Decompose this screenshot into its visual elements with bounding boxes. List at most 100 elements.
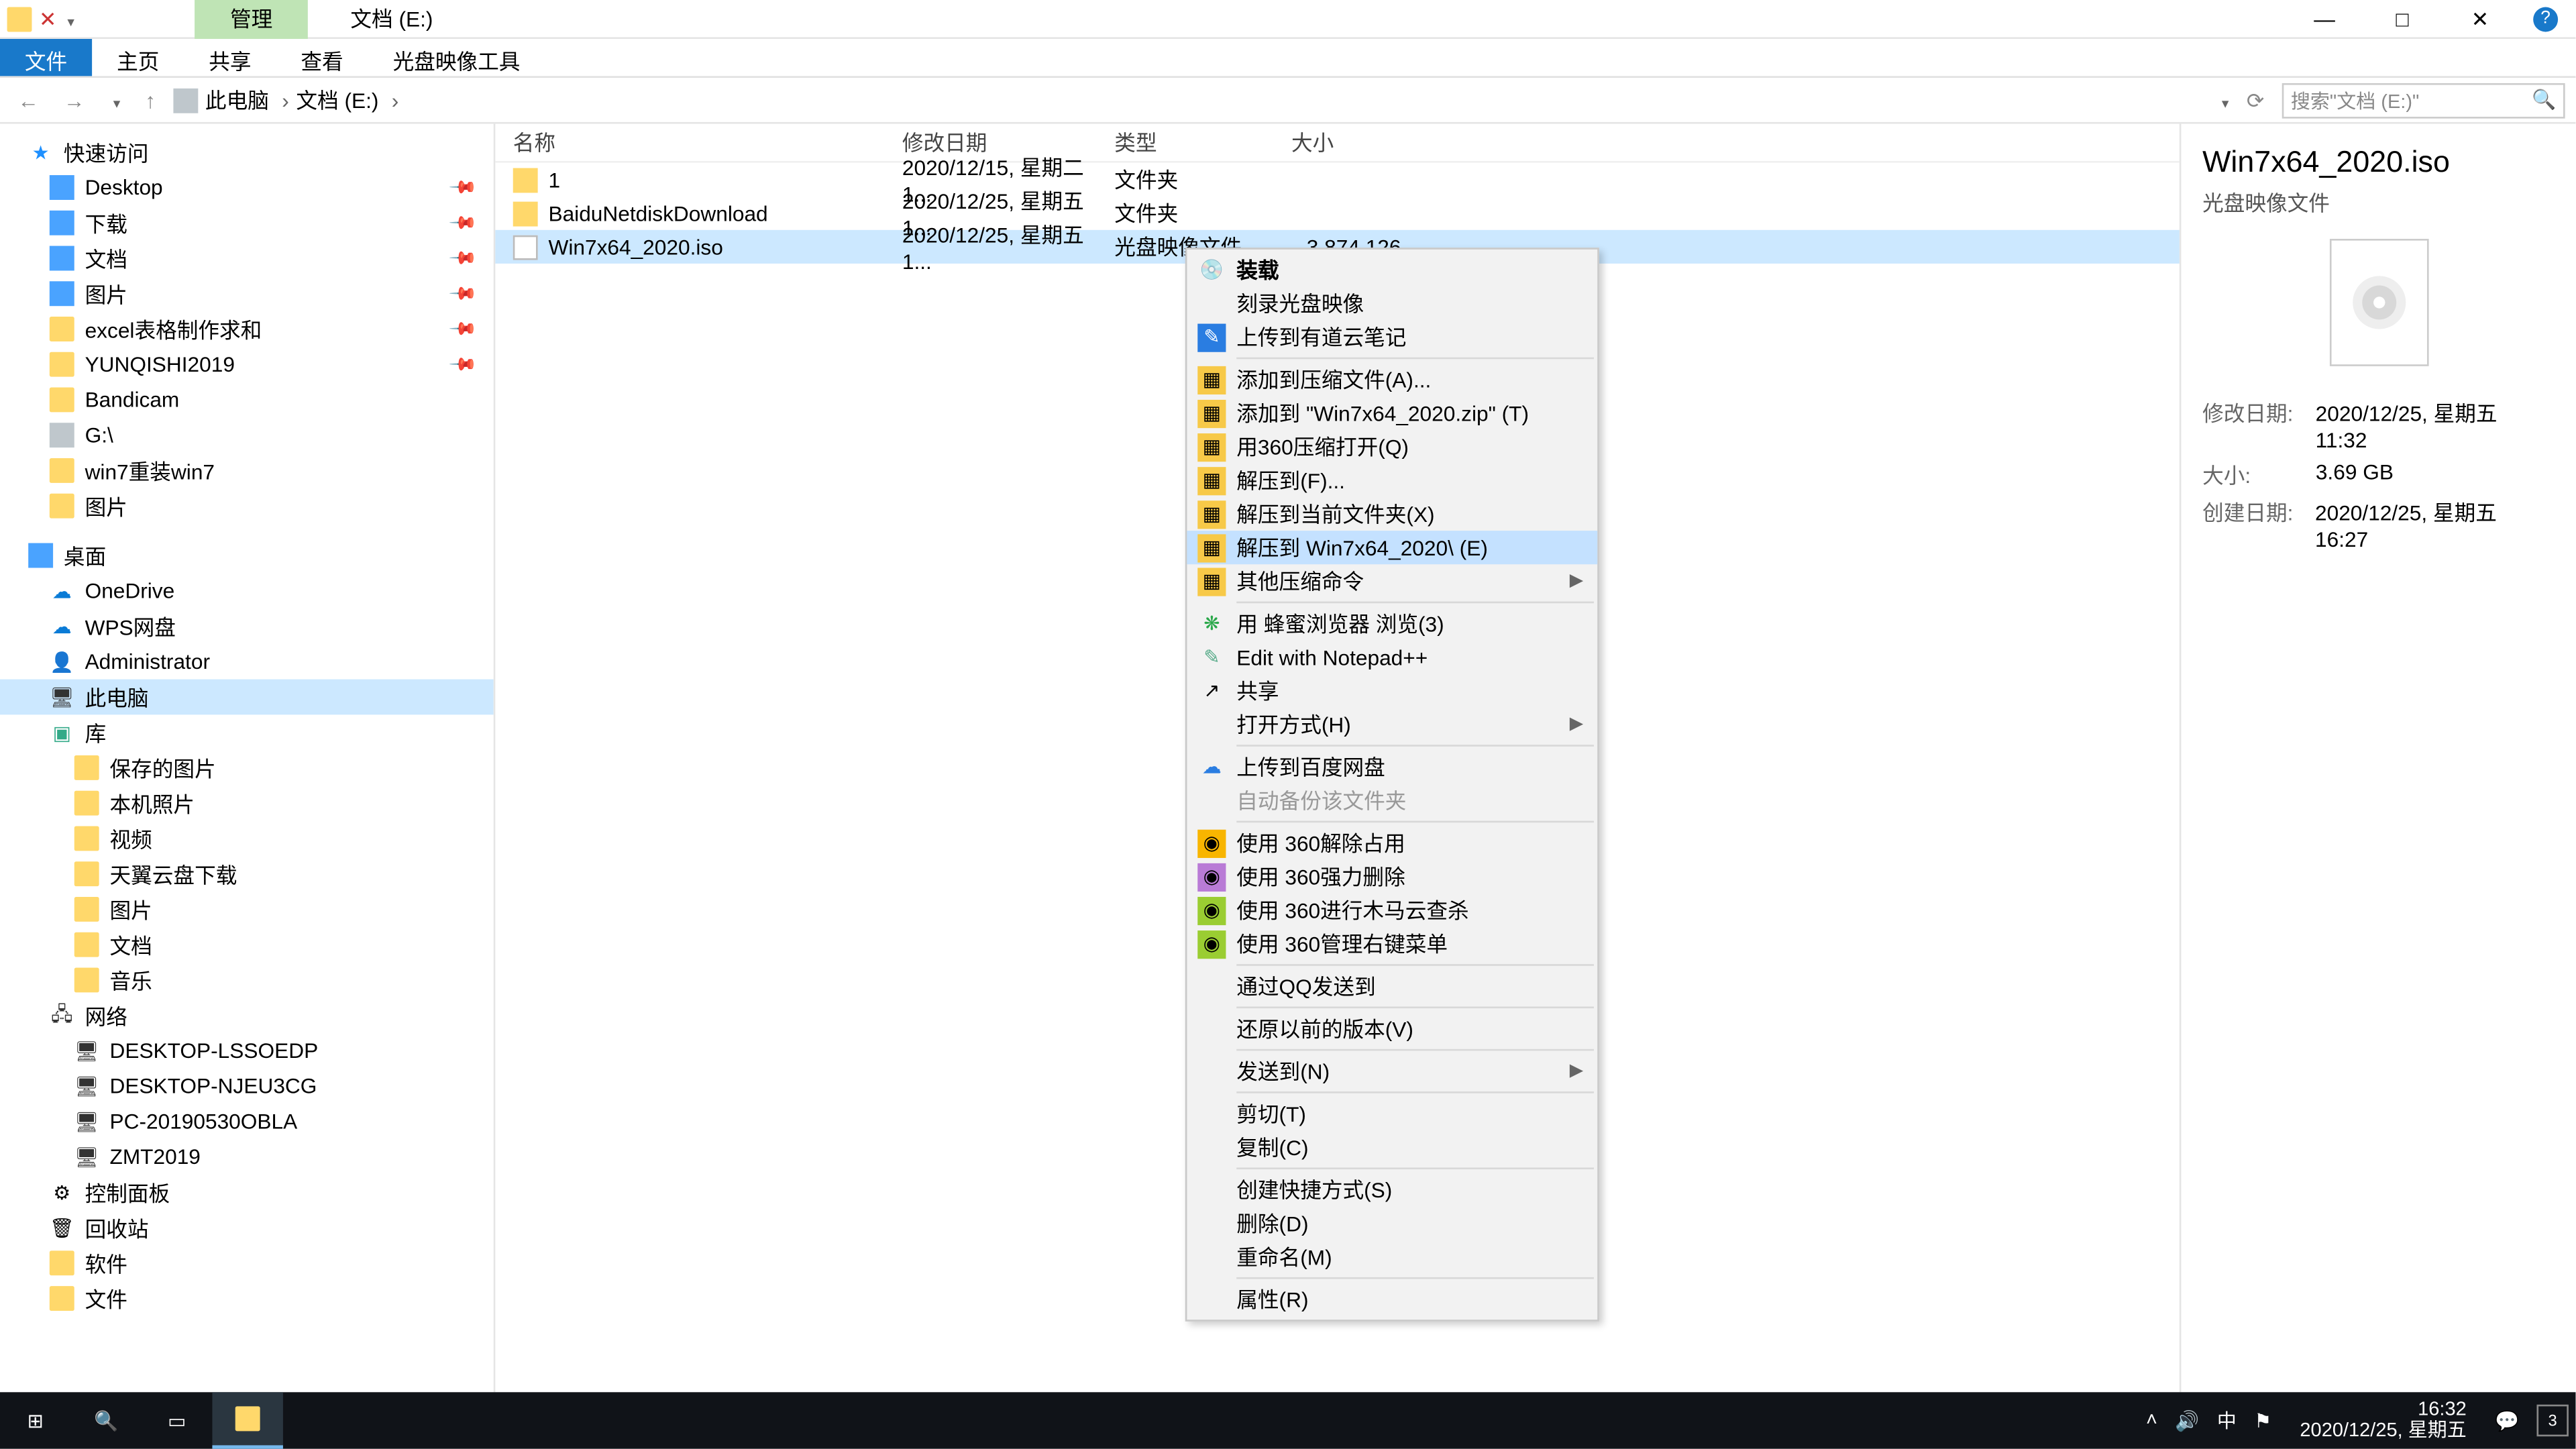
ctx-360-release[interactable]: ◉使用 360解除占用: [1187, 826, 1597, 859]
crumb-drive[interactable]: 文档 (E:): [296, 85, 398, 115]
help-button[interactable]: ?: [2533, 6, 2558, 31]
ctx-360-delete[interactable]: ◉使用 360强力删除: [1187, 860, 1597, 894]
tray-volume-icon[interactable]: 🔊: [2175, 1409, 2199, 1432]
tree-quick-access[interactable]: ★快速访问: [0, 134, 494, 170]
tree-net-pc4[interactable]: 🖥ZMT2019: [0, 1139, 494, 1175]
task-view-button[interactable]: ▭: [142, 1392, 212, 1448]
maximize-button[interactable]: □: [2377, 6, 2427, 31]
ctx-fengmi[interactable]: ❋用 蜂蜜浏览器 浏览(3): [1187, 606, 1597, 640]
col-type[interactable]: 类型: [1114, 127, 1291, 158]
tree-lib-pictures[interactable]: 图片: [0, 892, 494, 927]
back-button[interactable]: ←: [11, 88, 46, 113]
tree-lib-music[interactable]: 音乐: [0, 963, 494, 998]
col-name[interactable]: 名称: [513, 127, 902, 158]
tree-onedrive[interactable]: ☁OneDrive: [0, 573, 494, 608]
ctx-notepadpp[interactable]: ✎Edit with Notepad++: [1187, 641, 1597, 674]
ctx-add-zip[interactable]: ▦添加到 "Win7x64_2020.zip" (T): [1187, 396, 1597, 430]
ribbon-file-tab[interactable]: 文件: [0, 39, 92, 76]
ctx-extract-to[interactable]: ▦解压到(F)...: [1187, 464, 1597, 497]
ctx-add-archive[interactable]: ▦添加到压缩文件(A)...: [1187, 363, 1597, 396]
tree-network[interactable]: 🖧网络: [0, 998, 494, 1033]
file-row[interactable]: BaiduNetdiskDownload 2020/12/25, 星期五 1..…: [495, 197, 2179, 230]
tree-this-pc[interactable]: 🖥此电脑: [0, 680, 494, 715]
tree-lib-tianyi[interactable]: 天翼云盘下载: [0, 856, 494, 892]
tree-documents[interactable]: 文档📌: [0, 241, 494, 276]
ctx-rename[interactable]: 重命名(M): [1187, 1240, 1597, 1274]
col-size[interactable]: 大小: [1291, 127, 1433, 158]
ribbon-tab-disc-tools[interactable]: 光盘映像工具: [368, 39, 545, 76]
tree-lib-documents[interactable]: 文档: [0, 927, 494, 963]
tree-files[interactable]: 文件: [0, 1281, 494, 1316]
ctx-youdao[interactable]: ✎上传到有道云笔记: [1187, 320, 1597, 354]
refresh-button[interactable]: ⟳: [2239, 88, 2271, 113]
tray-flag-icon[interactable]: ⚑: [2254, 1409, 2271, 1432]
tree-desktop[interactable]: Desktop📌: [0, 170, 494, 205]
ribbon-tab-home[interactable]: 主页: [92, 39, 184, 76]
forward-button[interactable]: →: [56, 88, 92, 113]
ctx-open-360zip[interactable]: ▦用360压缩打开(Q): [1187, 430, 1597, 464]
tree-administrator[interactable]: 👤Administrator: [0, 644, 494, 680]
up-button[interactable]: ↑: [138, 88, 163, 113]
tree-desktop-root[interactable]: 桌面: [0, 538, 494, 574]
ctx-360-manage[interactable]: ◉使用 360管理右键菜单: [1187, 927, 1597, 961]
tree-pictures[interactable]: 图片📌: [0, 276, 494, 311]
tray-badge[interactable]: 3: [2536, 1405, 2568, 1436]
tree-bandicam[interactable]: Bandicam: [0, 382, 494, 418]
ctx-share[interactable]: ↗共享: [1187, 674, 1597, 708]
tree-lib-camera[interactable]: 本机照片: [0, 786, 494, 821]
ctx-qq-send[interactable]: 通过QQ发送到: [1187, 969, 1597, 1003]
history-dropdown[interactable]: [103, 88, 127, 113]
tree-net-pc3[interactable]: 🖥PC-20190530OBLA: [0, 1104, 494, 1139]
ctx-extract-named[interactable]: ▦解压到 Win7x64_2020\ (E): [1187, 531, 1597, 564]
ctx-extract-here[interactable]: ▦解压到当前文件夹(X): [1187, 497, 1597, 531]
close-button[interactable]: ✕: [2455, 6, 2505, 31]
search-input[interactable]: 搜索"文档 (E:)" 🔍: [2282, 83, 2565, 118]
column-headers[interactable]: 名称 修改日期 类型 大小: [495, 124, 2179, 163]
tree-libraries[interactable]: ▣库: [0, 714, 494, 750]
search-icon[interactable]: 🔍: [2532, 89, 2556, 111]
tray-chevron-icon[interactable]: ˄: [2146, 1410, 2157, 1432]
file-row[interactable]: 1 2020/12/15, 星期二 1... 文件夹: [495, 163, 2179, 197]
breadcrumb[interactable]: 此电脑 文档 (E:): [173, 85, 2207, 115]
tree-yunqishi[interactable]: YUNQISHI2019📌: [0, 347, 494, 382]
ctx-cut[interactable]: 剪切(T): [1187, 1097, 1597, 1130]
tree-control-panel[interactable]: ⚙控制面板: [0, 1175, 494, 1210]
tree-software[interactable]: 软件: [0, 1245, 494, 1281]
ctx-burn[interactable]: 刻录光盘映像: [1187, 286, 1597, 320]
ctx-send-to[interactable]: 发送到(N)▶: [1187, 1055, 1597, 1088]
ribbon-tab-view[interactable]: 查看: [276, 39, 368, 76]
ctx-other-zip[interactable]: ▦其他压缩命令▶: [1187, 564, 1597, 598]
ctx-shortcut[interactable]: 创建快捷方式(S): [1187, 1173, 1597, 1206]
tree-lib-saved-pics[interactable]: 保存的图片: [0, 750, 494, 786]
tree-net-pc2[interactable]: 🖥DESKTOP-NJEU3CG: [0, 1069, 494, 1104]
tree-win7-reinstall[interactable]: win7重装win7: [0, 453, 494, 488]
tree-downloads[interactable]: 下载📌: [0, 205, 494, 241]
ribbon-tab-share[interactable]: 共享: [184, 39, 276, 76]
ctx-delete[interactable]: 删除(D): [1187, 1206, 1597, 1240]
tree-pictures2[interactable]: 图片: [0, 488, 494, 524]
ctx-open-with[interactable]: 打开方式(H)▶: [1187, 708, 1597, 741]
minimize-button[interactable]: —: [2300, 6, 2349, 31]
taskbar-explorer[interactable]: [212, 1392, 282, 1448]
crumb-this-pc[interactable]: 此电脑: [205, 85, 289, 115]
tree-lib-videos[interactable]: 视频: [0, 821, 494, 857]
search-button[interactable]: 🔍: [70, 1392, 141, 1448]
tree-excel-folder[interactable]: excel表格制作求和📌: [0, 311, 494, 347]
address-dropdown[interactable]: [2218, 88, 2229, 113]
ctx-properties[interactable]: 属性(R): [1187, 1283, 1597, 1316]
tray-ime[interactable]: 中: [2217, 1406, 2237, 1434]
qat-dropdown-icon[interactable]: [64, 6, 74, 31]
taskbar-clock[interactable]: 16:32 2020/12/25, 星期五: [2290, 1399, 2477, 1442]
ctx-360-scan[interactable]: ◉使用 360进行木马云查杀: [1187, 894, 1597, 927]
tree-drive-g[interactable]: G:\: [0, 417, 494, 453]
ctx-copy[interactable]: 复制(C): [1187, 1130, 1597, 1164]
tray-notification-icon[interactable]: 💬: [2495, 1409, 2519, 1432]
ctx-baidu[interactable]: ☁上传到百度网盘: [1187, 750, 1597, 784]
ctx-restore-prev[interactable]: 还原以前的版本(V): [1187, 1012, 1597, 1045]
ctx-mount[interactable]: 💿装载: [1187, 253, 1597, 286]
tree-recycle[interactable]: 🗑回收站: [0, 1210, 494, 1246]
tree-wps[interactable]: ☁WPS网盘: [0, 608, 494, 644]
tree-net-pc1[interactable]: 🖥DESKTOP-LSSOEDP: [0, 1033, 494, 1069]
start-button[interactable]: ⊞: [0, 1392, 70, 1448]
contextual-tab[interactable]: 管理: [195, 0, 308, 39]
